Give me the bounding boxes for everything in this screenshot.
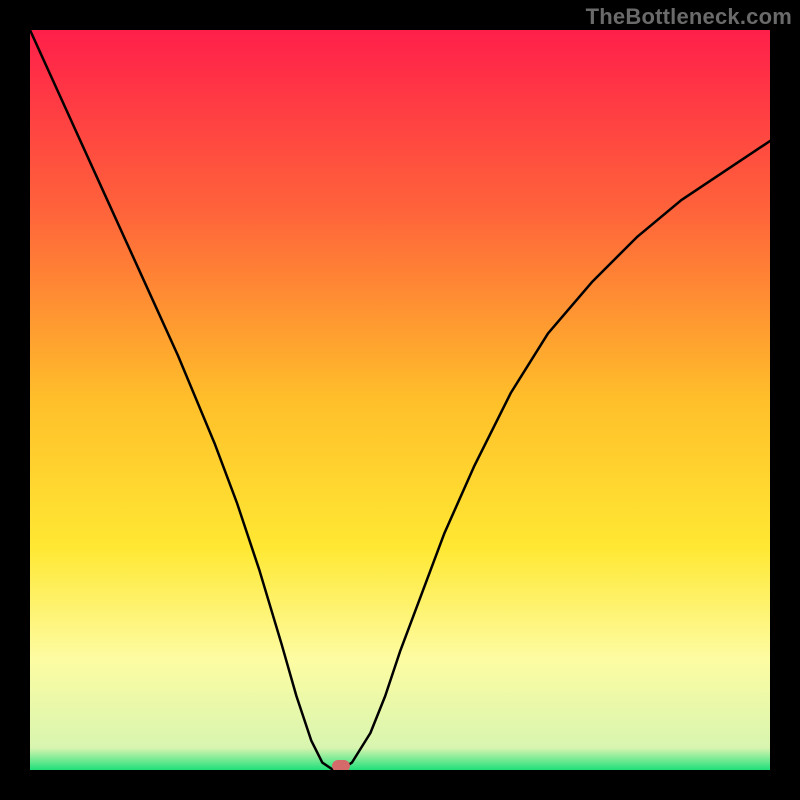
optimum-marker [332, 760, 350, 770]
chart-frame: TheBottleneck.com [0, 0, 800, 800]
plot-area [30, 30, 770, 770]
watermark-text: TheBottleneck.com [586, 4, 792, 30]
bottleneck-curve [30, 30, 770, 770]
